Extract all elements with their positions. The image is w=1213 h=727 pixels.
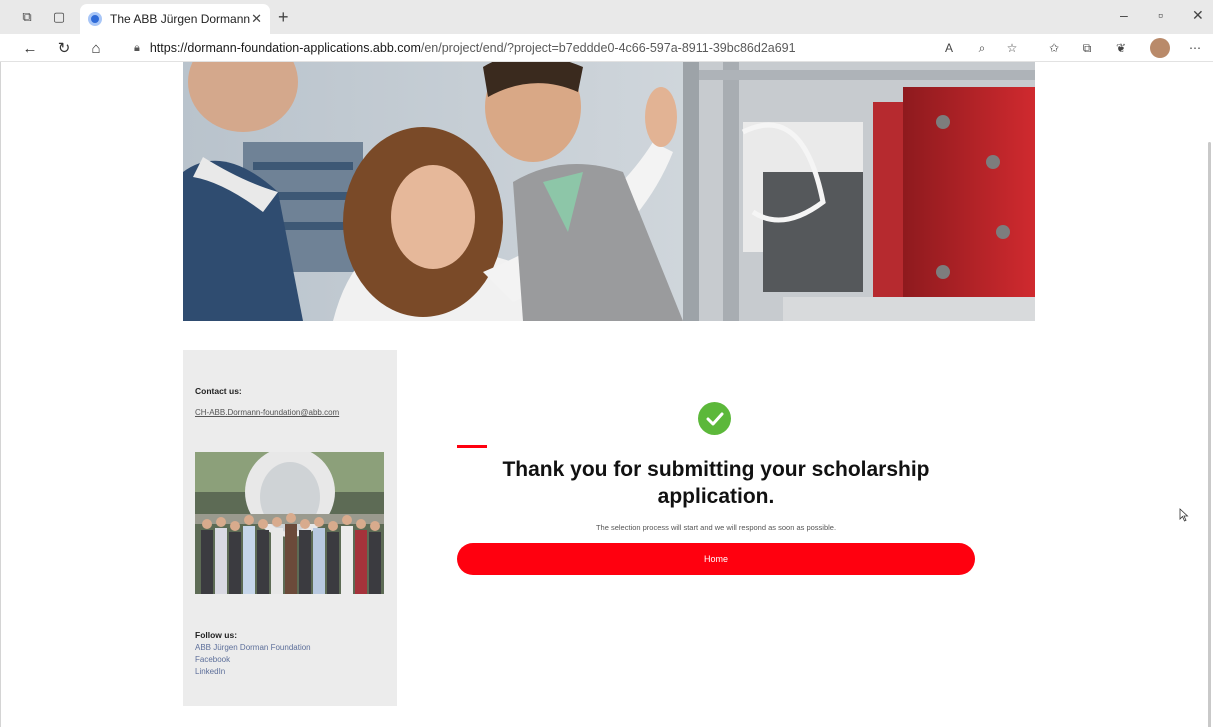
read-aloud-icon[interactable]: A — [940, 39, 958, 57]
home-icon[interactable]: ⌂ — [86, 38, 106, 58]
close-window-icon[interactable]: ✕ — [1192, 7, 1204, 24]
favorite-star-icon[interactable]: ☆ — [1003, 39, 1021, 57]
tab-actions-icon[interactable]: ▢ — [50, 8, 68, 26]
new-tab-icon[interactable]: + — [278, 7, 289, 28]
success-check-icon — [698, 402, 731, 435]
social-link-facebook[interactable]: Facebook — [195, 655, 385, 664]
site-favicon-icon — [88, 12, 102, 26]
social-link-linkedin[interactable]: LinkedIn — [195, 667, 385, 676]
accent-line — [457, 445, 487, 448]
workspaces-icon[interactable]: ⧉ — [18, 8, 36, 26]
page-viewport: Contact us: CH-ABB.Dormann-foundation@ab… — [0, 62, 1213, 727]
browser-tab-active[interactable]: The ABB Jürgen Dormann Found ✕ — [80, 4, 270, 34]
restore-icon[interactable]: ▫ — [1158, 7, 1163, 23]
more-menu-icon[interactable]: ⋯ — [1186, 39, 1204, 57]
contact-email-link[interactable]: CH-ABB.Dormann-foundation@abb.com — [195, 408, 339, 417]
url-text: https://dormann-foundation-applications.… — [149, 41, 796, 55]
tab-close-icon[interactable]: ✕ — [251, 11, 262, 27]
extensions-icon[interactable]: ❦ — [1112, 39, 1130, 57]
foundation-group-photo — [195, 452, 384, 594]
browser-tab-bar: ⧉ ▢ The ABB Jürgen Dormann Found ✕ + – ▫… — [0, 0, 1213, 34]
profile-avatar[interactable] — [1150, 38, 1170, 58]
lock-icon[interactable]: 🔒︎ — [134, 42, 140, 55]
social-link-foundation[interactable]: ABB Jürgen Dorman Foundation — [195, 643, 385, 652]
confirmation-message: The selection process will start and we … — [595, 523, 837, 532]
zoom-icon[interactable]: ⌕ — [973, 39, 991, 57]
contact-title: Contact us: — [195, 386, 242, 396]
favorites-list-icon[interactable]: ✩ — [1045, 39, 1063, 57]
minimize-icon[interactable]: – — [1120, 7, 1128, 23]
sidebar: Contact us: CH-ABB.Dormann-foundation@ab… — [183, 350, 397, 706]
address-bar[interactable]: 🔒︎ https://dormann-foundation-applicatio… — [120, 36, 1055, 60]
mouse-cursor-icon — [1179, 508, 1189, 522]
tab-title: The ABB Jürgen Dormann Found — [110, 12, 250, 26]
collections-icon[interactable]: ⧉ — [1078, 39, 1096, 57]
browser-toolbar: ← ↻ ⌂ 🔒︎ https://dormann-foundation-appl… — [0, 34, 1213, 62]
follow-title: Follow us: — [195, 630, 238, 640]
home-button[interactable]: Home — [457, 543, 975, 575]
page-scrollbar[interactable] — [1208, 142, 1211, 727]
refresh-icon[interactable]: ↻ — [54, 38, 74, 58]
hero-image — [183, 62, 1035, 321]
page-title: Thank you for submitting your scholarshi… — [502, 458, 930, 508]
back-icon[interactable]: ← — [20, 38, 40, 58]
